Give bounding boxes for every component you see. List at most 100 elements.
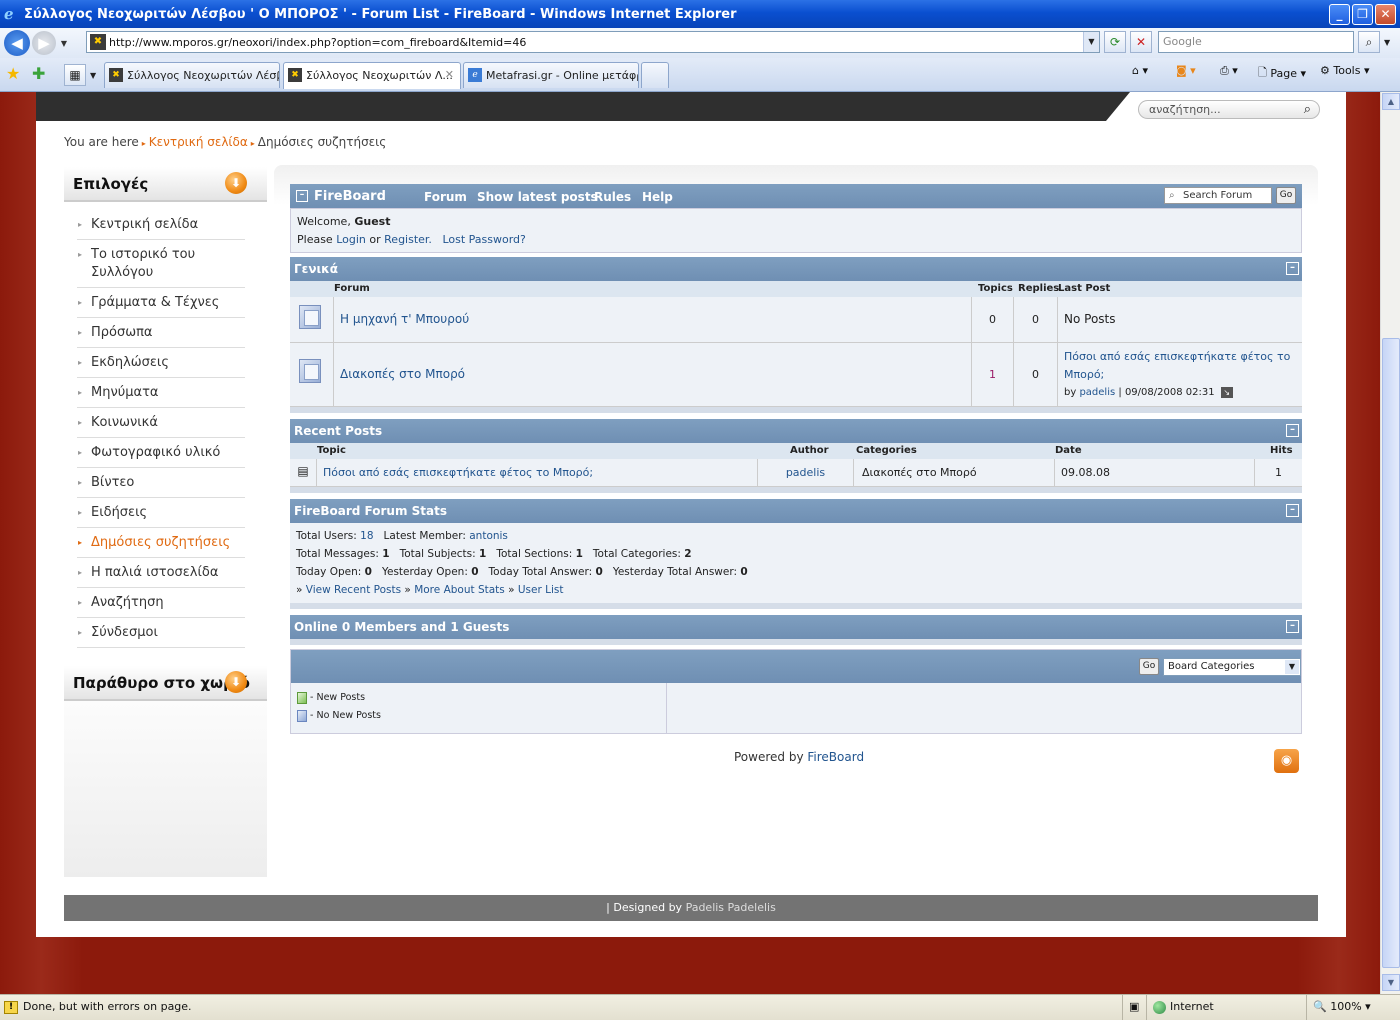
- quick-tabs-icon[interactable]: ▦: [64, 64, 86, 86]
- register-link[interactable]: Register.: [384, 233, 432, 246]
- forum-link[interactable]: Διακοπές στο Μπορό: [340, 367, 465, 381]
- tools-menu[interactable]: ⚙ Tools ▾: [1320, 64, 1370, 77]
- internet-zone-icon: [1153, 1000, 1166, 1014]
- breadcrumb-home-link[interactable]: Κεντρική σελίδα: [149, 135, 248, 149]
- bullet-arrow-icon: ▸: [78, 598, 83, 607]
- tab-2[interactable]: ✖ Σύλλογος Νεοχωριτών Λ... ✕: [283, 62, 461, 89]
- total-users-link[interactable]: 18: [360, 530, 373, 542]
- collapse-icon[interactable]: –: [1286, 424, 1299, 437]
- tab-1[interactable]: ✖ Σύλλογος Νεοχωριτών Λέσβ...: [104, 62, 280, 88]
- sidebar-item[interactable]: ▸ Βίντεο: [77, 468, 245, 498]
- sidebar-menu: ▸ Κεντρική σελίδα ▸ Το ιστορικό του Συλλόγο…: [64, 202, 267, 648]
- jump-go-button[interactable]: Go: [1139, 658, 1159, 675]
- online-title: Online 0 Members and 1 Guests –: [290, 615, 1302, 639]
- refresh-icon[interactable]: ⟳: [1104, 31, 1126, 53]
- collapse-icon[interactable]: –: [1286, 620, 1299, 633]
- vertical-scrollbar[interactable]: ▲ ▼: [1380, 92, 1400, 994]
- sidebar-item[interactable]: ▸ Αναζήτηση: [77, 588, 245, 618]
- nav-help-link[interactable]: Help: [642, 190, 673, 204]
- scroll-up-icon[interactable]: ▲: [1382, 93, 1400, 110]
- zoom-control[interactable]: 🔍 100% ▾: [1306, 995, 1400, 1020]
- tab-favicon-icon: ✖: [288, 68, 302, 82]
- search-options-icon[interactable]: ▼: [1384, 38, 1390, 47]
- feeds-icon[interactable]: ◙ ▾: [1176, 64, 1196, 77]
- site-footer: | Designed by Padelis Padelelis: [64, 895, 1318, 921]
- sidebar-item[interactable]: ▸ Ειδήσεις: [77, 498, 245, 528]
- forum-area: – FireBoard Forum Show latest posts Rule…: [274, 165, 1318, 885]
- sidebar-item[interactable]: ▸ Πρόσωπα: [77, 318, 245, 348]
- sidebar-item[interactable]: ▸ Εκδηλώσεις: [77, 348, 245, 378]
- page-menu[interactable]: 🗋 Page ▾: [1258, 64, 1306, 83]
- close-window-button[interactable]: ✕: [1375, 3, 1396, 25]
- search-icon[interactable]: ⌕: [1358, 31, 1380, 53]
- address-dropdown-icon[interactable]: ▼: [1083, 32, 1099, 52]
- history-dropdown-icon[interactable]: ▼: [58, 39, 70, 48]
- forum-stats-title: FireBoard Forum Stats –: [290, 499, 1302, 523]
- ie-logo-icon: ℯ: [4, 5, 14, 23]
- login-link[interactable]: Login: [336, 233, 366, 246]
- minimize-button[interactable]: _: [1329, 3, 1350, 25]
- last-post-author-link[interactable]: padelis: [1079, 387, 1115, 398]
- sidebar-item[interactable]: ▸ Η παλιά ιστοσελίδα: [77, 558, 245, 588]
- print-icon[interactable]: ⎙ ▾: [1220, 64, 1238, 78]
- google-search-input[interactable]: Google: [1158, 31, 1354, 53]
- tab-close-icon[interactable]: ✕: [445, 68, 454, 81]
- sidebar-item[interactable]: ▸ Μηνύματα: [77, 378, 245, 408]
- nav-rules-link[interactable]: Rules: [594, 190, 631, 204]
- fireboard-link[interactable]: FireBoard: [807, 750, 864, 764]
- recent-author-link[interactable]: padelis: [786, 466, 825, 479]
- sidebar-item[interactable]: ▸ Κεντρική σελίδα: [77, 210, 245, 240]
- forum-search-go-button[interactable]: Go: [1276, 187, 1296, 204]
- tab-list-icon[interactable]: ▼: [90, 71, 96, 80]
- forum-search-input[interactable]: ⌕ Search Forum: [1164, 187, 1272, 204]
- sidebar-item[interactable]: ▸ Το ιστορικό του Συλλόγου: [77, 240, 245, 288]
- collapse-arrow-icon[interactable]: ⬇: [225, 172, 247, 194]
- page-container: αναζήτηση... ⌕ You are here ▸ Κεντρική σελ…: [36, 92, 1346, 937]
- sidebar-item[interactable]: ▸ Δημόσιες συζητήσεις: [77, 528, 245, 558]
- lost-password-link[interactable]: Lost Password?: [442, 233, 525, 246]
- address-field[interactable]: ✖ http://www.mporos.gr/neoxori/index.php…: [86, 31, 1100, 53]
- collapse-icon[interactable]: –: [1286, 262, 1299, 275]
- user-list-link[interactable]: User List: [518, 584, 564, 596]
- bullet-arrow-icon: ▸: [78, 298, 83, 307]
- bullet-arrow-icon: ▸: [78, 250, 83, 259]
- home-icon[interactable]: ⌂ ▾: [1132, 64, 1148, 77]
- jump-to-post-icon[interactable]: ↘: [1220, 387, 1233, 398]
- latest-member-link[interactable]: antonis: [469, 530, 508, 542]
- nav-forum-link[interactable]: Forum: [424, 190, 467, 204]
- scroll-thumb[interactable]: [1382, 338, 1400, 968]
- tab-3[interactable]: ℯ Metafrasi.gr - Online μετάφρ...: [463, 62, 639, 88]
- last-post-link[interactable]: Πόσοι από εσάς επισκεφτήκατε φέτος το Μπ…: [1064, 350, 1290, 381]
- nav-latest-posts-link[interactable]: Show latest posts: [477, 190, 598, 204]
- tab-bar: ★ ✚ ▦ ▼ ✖ Σύλλογος Νεοχωριτών Λέσβ... ✖ …: [0, 58, 1400, 92]
- forum-stats-section: FireBoard Forum Stats – Total Users: 18 …: [290, 499, 1302, 609]
- collapse-icon[interactable]: –: [1286, 504, 1299, 517]
- favorites-star-icon[interactable]: ★: [6, 64, 20, 83]
- warning-icon[interactable]: !: [4, 1000, 18, 1014]
- collapse-arrow-icon[interactable]: ⬇: [225, 671, 247, 693]
- scroll-down-icon[interactable]: ▼: [1382, 974, 1400, 991]
- add-favorites-icon[interactable]: ✚: [32, 64, 45, 83]
- back-button[interactable]: ◀: [4, 30, 30, 56]
- chevron-down-icon[interactable]: ▼: [1285, 660, 1299, 674]
- stop-icon[interactable]: ✕: [1130, 31, 1152, 53]
- collapse-icon[interactable]: –: [296, 190, 308, 202]
- sidebar-item[interactable]: ▸ Φωτογραφικό υλικό: [77, 438, 245, 468]
- recent-topic-link[interactable]: Πόσοι από εσάς επισκεφτήκατε φέτος το Μπ…: [323, 466, 593, 479]
- forum-link[interactable]: Η μηχανή τ' Μπουρού: [340, 312, 469, 326]
- board-categories-select[interactable]: Board Categories ▼: [1163, 658, 1301, 676]
- more-about-stats-link[interactable]: More About Stats: [414, 584, 505, 596]
- sidebar-item[interactable]: ▸ Σύνδεσμοι: [77, 618, 245, 648]
- maximize-button[interactable]: ❐: [1352, 3, 1373, 25]
- username: Guest: [354, 215, 391, 228]
- page-icon: 🗋: [1258, 66, 1267, 79]
- forward-button[interactable]: ▶: [32, 31, 56, 55]
- new-tab-button[interactable]: [641, 62, 669, 88]
- search-icon[interactable]: ⌕: [1304, 101, 1311, 118]
- site-search-input[interactable]: αναζήτηση... ⌕: [1138, 100, 1320, 119]
- view-recent-posts-link[interactable]: View Recent Posts: [306, 584, 401, 596]
- powered-by: Powered by FireBoard: [734, 750, 865, 764]
- sidebar-item[interactable]: ▸ Γράμματα & Τέχνες: [77, 288, 245, 318]
- rss-feed-icon[interactable]: ◉: [1274, 749, 1299, 773]
- sidebar-item[interactable]: ▸ Κοινωνικά: [77, 408, 245, 438]
